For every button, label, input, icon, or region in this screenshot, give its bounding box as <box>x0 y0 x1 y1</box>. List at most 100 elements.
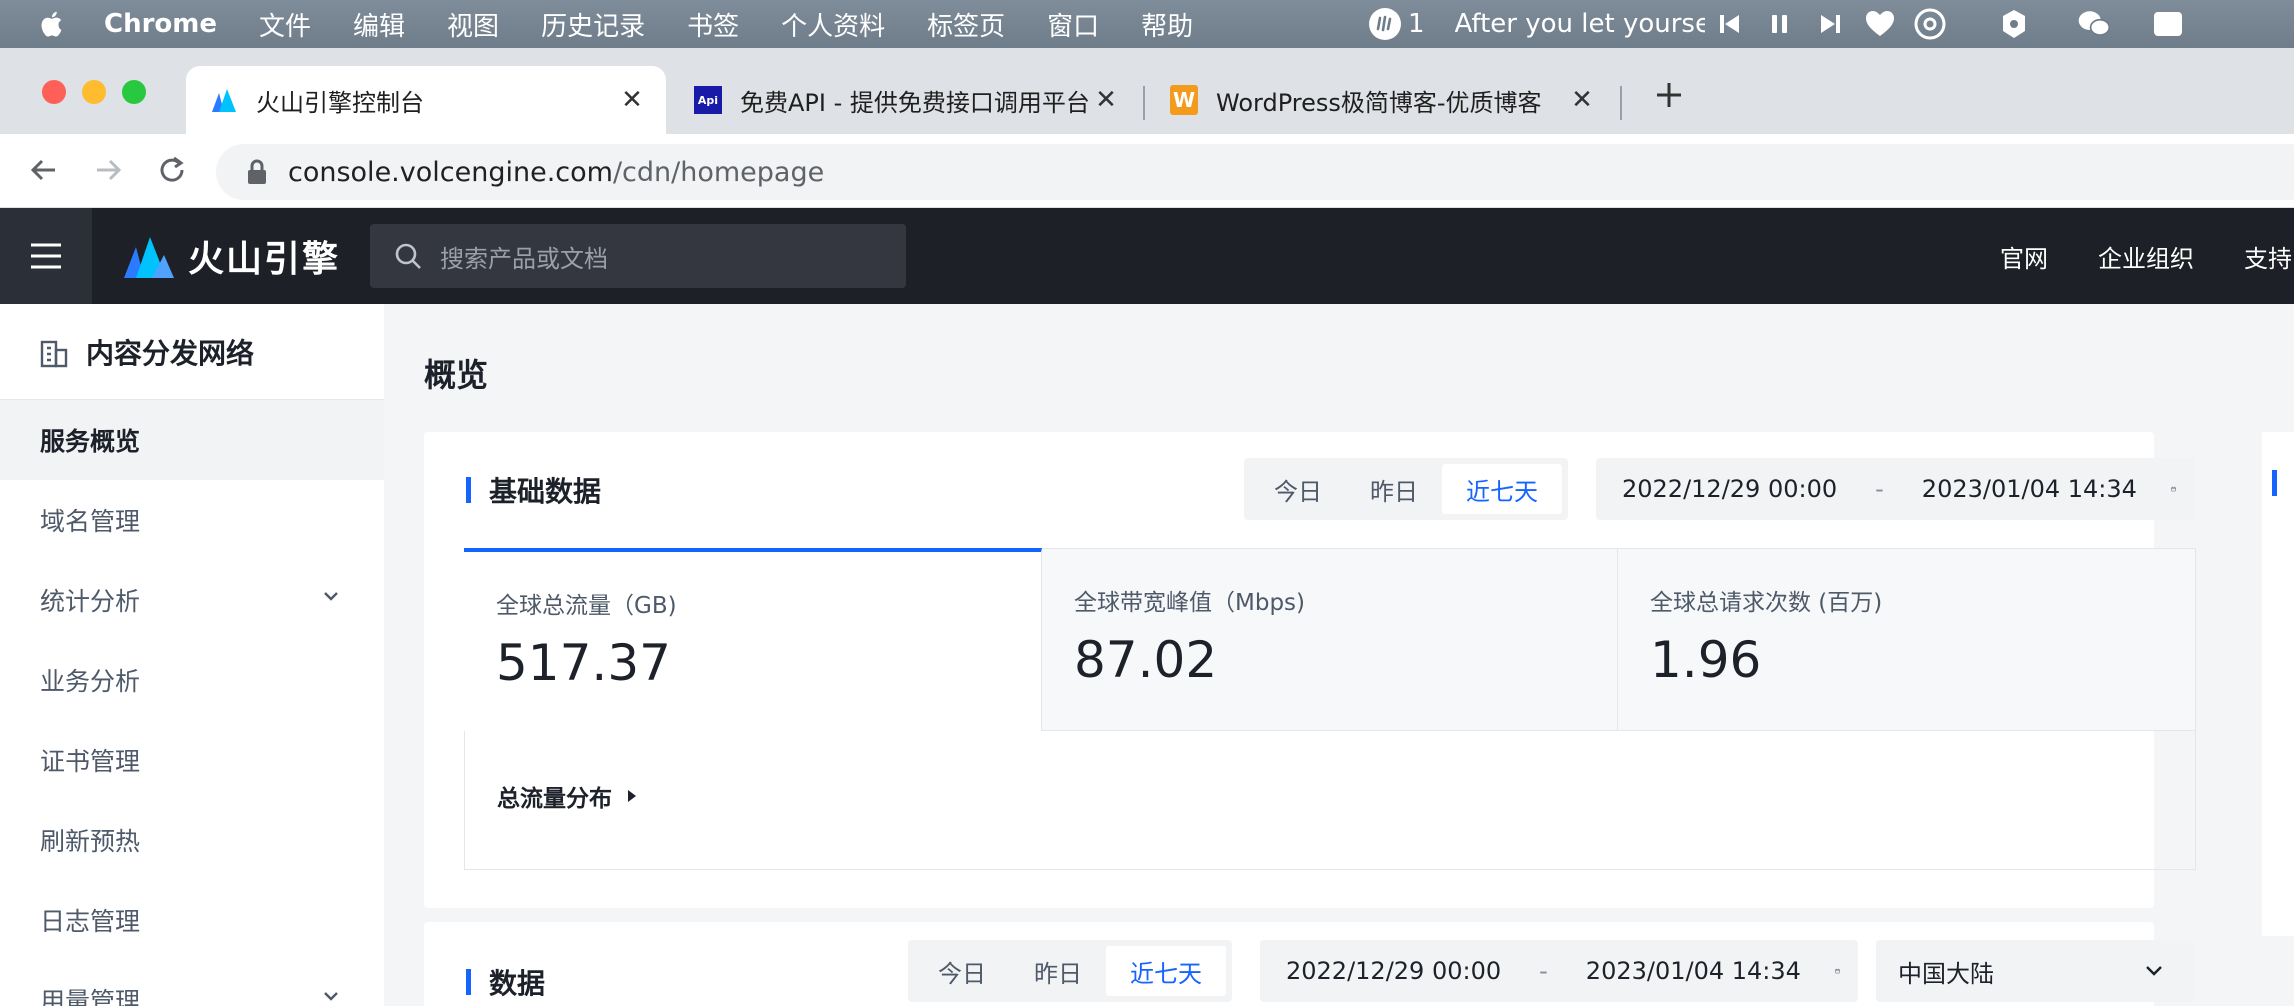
chevron-down-icon <box>2146 966 2162 976</box>
global-search-input[interactable]: 搜索产品或文档 <box>370 224 906 288</box>
macos-menubar: Chrome 文件 编辑 视图 历史记录 书签 个人资料 标签页 窗口 帮助 1… <box>0 0 2294 48</box>
tab-free-api[interactable]: Api 免费API - 提供免费接口调用平台 ✕ <box>670 66 1140 134</box>
wordpress-favicon-icon: W <box>1170 85 1198 115</box>
tab-separator <box>1143 86 1145 120</box>
region-select[interactable]: 中国大陆 <box>1876 940 2194 1002</box>
menu-file[interactable]: 文件 <box>259 6 311 43</box>
sidebar-item-domain-management[interactable]: 域名管理 <box>0 480 384 560</box>
sidebar-title-label: 内容分发网络 <box>86 336 255 370</box>
sidebar-item-label: 域名管理 <box>40 507 141 536</box>
now-playing-title: After you let yourself come undone <box>1454 9 1705 39</box>
volcengine-logo[interactable]: 火山引擎 <box>122 230 340 282</box>
heart-icon[interactable] <box>1863 7 1897 41</box>
range-option-today[interactable]: 今日 <box>914 946 1010 996</box>
browser-toolbar: console.volcengine.com/cdn/homepage <box>0 134 2294 208</box>
range-option-yesterday[interactable]: 昨日 <box>1010 946 1106 996</box>
sidebar-item-label: 用量管理 <box>40 987 141 1006</box>
sidebar-title: 内容分发网络 <box>0 304 384 400</box>
api-favicon-icon: Api <box>694 86 722 114</box>
tab-close-icon[interactable]: ✕ <box>1092 85 1120 115</box>
date-range-picker[interactable]: 2022/12/29 00:00 - 2023/01/04 14:34 <box>1260 940 1858 1002</box>
header-link-support[interactable]: 支持 <box>2244 239 2292 274</box>
chevron-down-icon[interactable] <box>322 590 340 602</box>
metric-value: 1.96 <box>1650 631 1762 689</box>
tab-title: 火山引擎控制台 <box>256 88 424 117</box>
time-range-selector: 今日 昨日 近七天 <box>1244 458 1568 520</box>
page-title: 概览 <box>424 356 489 394</box>
metric-total-traffic[interactable]: 全球总流量（GB) 517.37 <box>464 548 1042 731</box>
menu-chrome[interactable]: Chrome <box>104 9 217 39</box>
url-host: console.volcengine.com <box>288 156 613 188</box>
range-option-yesterday[interactable]: 昨日 <box>1346 464 1442 514</box>
sidebar-item-certificate-management[interactable]: 证书管理 <box>0 720 384 800</box>
main-content: 概览 基础数据 今日 昨日 近七天 2022/12/29 00:00 - 202… <box>384 304 2294 1006</box>
wechat-icon[interactable] <box>2077 7 2111 41</box>
right-card-accent <box>2272 470 2277 496</box>
caret-right-icon <box>628 790 636 802</box>
right-side-card <box>2262 432 2294 936</box>
sidebar-item-label: 业务分析 <box>40 667 141 696</box>
traffic-distribution-toggle[interactable]: 总流量分布 <box>497 779 638 813</box>
header-link-enterprise-org[interactable]: 企业组织 <box>2098 239 2194 274</box>
browser-tab-strip: 火山引擎控制台 ✕ Api 免费API - 提供免费接口调用平台 ✕ W Wor… <box>0 48 2294 134</box>
menu-view[interactable]: 视图 <box>447 6 499 43</box>
window-minimize-button[interactable] <box>82 80 106 104</box>
metric-total-requests[interactable]: 全球总请求次数 (百万) 1.96 <box>1618 549 2195 731</box>
header-links: 官网 企业组织 支持 <box>2000 208 2294 304</box>
window-close-button[interactable] <box>42 80 66 104</box>
date-range-picker[interactable]: 2022/12/29 00:00 - 2023/01/04 14:34 <box>1596 458 2194 520</box>
forward-arrow-icon[interactable] <box>88 150 128 190</box>
shield-status-icon[interactable] <box>1997 7 2031 41</box>
sidebar-item-label: 统计分析 <box>40 587 141 616</box>
header-link-official-site[interactable]: 官网 <box>2000 239 2048 274</box>
metric-value: 517.37 <box>496 634 671 692</box>
chevron-down-icon[interactable] <box>322 990 340 1002</box>
lock-icon[interactable] <box>246 159 268 185</box>
menu-help[interactable]: 帮助 <box>1141 6 1193 43</box>
reload-icon[interactable] <box>152 150 192 190</box>
range-option-last-7-days[interactable]: 近七天 <box>1106 946 1226 996</box>
new-tab-plus-icon[interactable] <box>1648 74 1690 116</box>
basic-data-card: 基础数据 今日 昨日 近七天 2022/12/29 00:00 - 2023/0… <box>424 432 2196 908</box>
menu-hamburger-icon[interactable] <box>0 208 92 304</box>
apple-logo-icon[interactable] <box>38 9 68 39</box>
metric-value: 87.02 <box>1074 631 1218 689</box>
sidebar-item-label: 服务概览 <box>40 427 141 456</box>
menu-tabs[interactable]: 标签页 <box>927 6 1005 43</box>
window-zoom-button[interactable] <box>122 80 146 104</box>
next-track-icon[interactable] <box>1813 7 1847 41</box>
back-arrow-icon[interactable] <box>24 150 64 190</box>
sidebar-item-usage-management[interactable]: 用量管理 <box>0 960 384 1006</box>
url-path: /cdn/homepage <box>612 156 825 188</box>
range-option-today[interactable]: 今日 <box>1250 464 1346 514</box>
pause-icon[interactable] <box>1763 7 1797 41</box>
menu-bookmarks[interactable]: 书签 <box>687 6 739 43</box>
console-header: 火山引擎 搜索产品或文档 官网 企业组织 支持 <box>0 208 2294 304</box>
sidebar-item-service-overview[interactable]: 服务概览 <box>0 400 384 480</box>
tab-volcengine-console[interactable]: 火山引擎控制台 ✕ <box>186 66 666 134</box>
metrics-panel: 全球总流量（GB) 517.37 全球带宽峰值（Mbps) 87.02 全球总请… <box>464 548 2196 870</box>
sidebar-item-refresh-prefetch[interactable]: 刷新预热 <box>0 800 384 880</box>
sidebar-item-statistics[interactable]: 统计分析 <box>0 560 384 640</box>
range-option-last-7-days[interactable]: 近七天 <box>1442 464 1562 514</box>
calendar-icon[interactable] <box>1835 960 1840 982</box>
menu-window[interactable]: 窗口 <box>1047 6 1099 43</box>
calendar-icon[interactable] <box>2171 478 2176 500</box>
tab-close-icon[interactable]: ✕ <box>618 85 646 115</box>
sidebar-item-business-analysis[interactable]: 业务分析 <box>0 640 384 720</box>
metric-peak-bandwidth[interactable]: 全球带宽峰值（Mbps) 87.02 <box>1042 549 1618 731</box>
menu-history[interactable]: 历史记录 <box>541 6 645 43</box>
input-method-icon[interactable] <box>2151 7 2185 41</box>
sidebar-item-log-management[interactable]: 日志管理 <box>0 880 384 960</box>
netease-music-icon[interactable] <box>1913 7 1947 41</box>
volcengine-mountain-icon <box>124 237 174 278</box>
data-card: 数据 今日 昨日 近七天 2022/12/29 00:00 - 2023/01/… <box>424 922 2194 1006</box>
menu-edit[interactable]: 编辑 <box>353 6 405 43</box>
address-bar[interactable]: console.volcengine.com/cdn/homepage <box>216 144 2294 200</box>
music-app-icon[interactable] <box>1368 7 1402 41</box>
tab-close-icon[interactable]: ✕ <box>1568 85 1596 115</box>
menu-profile[interactable]: 个人资料 <box>781 6 885 43</box>
metric-label: 全球总流量（GB) <box>496 593 677 619</box>
tab-wordpress-blog[interactable]: W WordPress极简博客-优质博客 ✕ <box>1146 66 1616 134</box>
previous-track-icon[interactable] <box>1713 7 1747 41</box>
